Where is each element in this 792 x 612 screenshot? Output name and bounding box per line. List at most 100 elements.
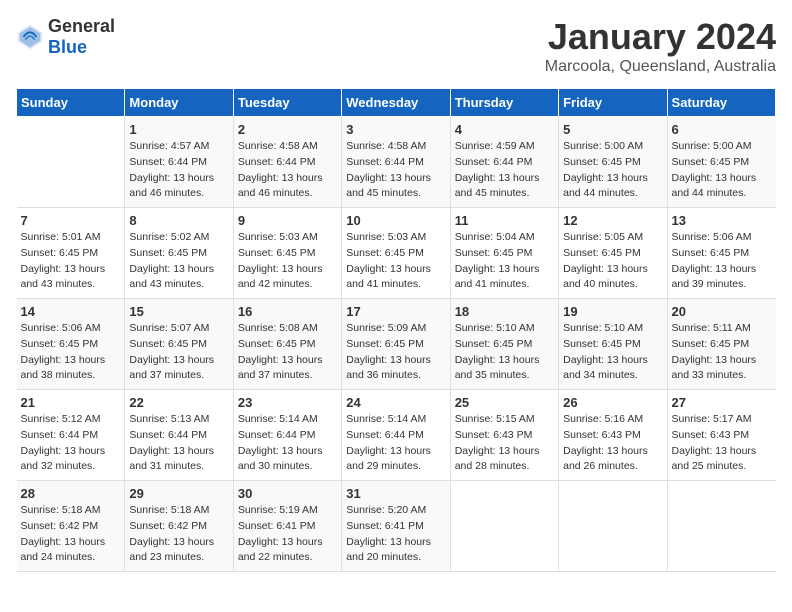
cell-info: Sunrise: 5:18 AMSunset: 6:42 PMDaylight:… [21, 504, 106, 563]
day-number: 18 [455, 304, 554, 319]
day-number: 20 [672, 304, 772, 319]
day-number: 3 [346, 122, 445, 137]
calendar-cell: 29 Sunrise: 5:18 AMSunset: 6:42 PMDaylig… [125, 481, 233, 572]
calendar-cell: 31 Sunrise: 5:20 AMSunset: 6:41 PMDaylig… [342, 481, 450, 572]
cell-info: Sunrise: 5:07 AMSunset: 6:45 PMDaylight:… [129, 322, 214, 381]
day-number: 2 [238, 122, 337, 137]
day-number: 30 [238, 486, 337, 501]
day-number: 24 [346, 395, 445, 410]
calendar-cell: 2 Sunrise: 4:58 AMSunset: 6:44 PMDayligh… [233, 117, 341, 208]
day-number: 28 [21, 486, 121, 501]
title-section: January 2024 Marcoola, Queensland, Austr… [545, 16, 776, 76]
cell-info: Sunrise: 5:06 AMSunset: 6:45 PMDaylight:… [672, 231, 757, 290]
calendar-cell [450, 481, 558, 572]
cell-info: Sunrise: 5:03 AMSunset: 6:45 PMDaylight:… [346, 231, 431, 290]
cell-info: Sunrise: 5:05 AMSunset: 6:45 PMDaylight:… [563, 231, 648, 290]
calendar-body: 1 Sunrise: 4:57 AMSunset: 6:44 PMDayligh… [17, 117, 776, 572]
calendar-cell [667, 481, 775, 572]
day-number: 27 [672, 395, 772, 410]
day-number: 14 [21, 304, 121, 319]
cell-info: Sunrise: 4:58 AMSunset: 6:44 PMDaylight:… [238, 140, 323, 199]
calendar-cell: 14 Sunrise: 5:06 AMSunset: 6:45 PMDaylig… [17, 299, 125, 390]
calendar-cell: 6 Sunrise: 5:00 AMSunset: 6:45 PMDayligh… [667, 117, 775, 208]
day-number: 16 [238, 304, 337, 319]
cell-info: Sunrise: 5:10 AMSunset: 6:45 PMDaylight:… [563, 322, 648, 381]
cell-info: Sunrise: 5:09 AMSunset: 6:45 PMDaylight:… [346, 322, 431, 381]
calendar-cell: 13 Sunrise: 5:06 AMSunset: 6:45 PMDaylig… [667, 208, 775, 299]
cell-info: Sunrise: 5:00 AMSunset: 6:45 PMDaylight:… [672, 140, 757, 199]
cell-info: Sunrise: 5:08 AMSunset: 6:45 PMDaylight:… [238, 322, 323, 381]
cell-info: Sunrise: 5:01 AMSunset: 6:45 PMDaylight:… [21, 231, 106, 290]
cell-info: Sunrise: 5:04 AMSunset: 6:45 PMDaylight:… [455, 231, 540, 290]
calendar-cell: 9 Sunrise: 5:03 AMSunset: 6:45 PMDayligh… [233, 208, 341, 299]
cell-info: Sunrise: 5:00 AMSunset: 6:45 PMDaylight:… [563, 140, 648, 199]
header-tuesday: Tuesday [233, 89, 341, 117]
day-number: 9 [238, 213, 337, 228]
calendar-header: SundayMondayTuesdayWednesdayThursdayFrid… [17, 89, 776, 117]
day-number: 31 [346, 486, 445, 501]
day-number: 5 [563, 122, 662, 137]
calendar-cell: 7 Sunrise: 5:01 AMSunset: 6:45 PMDayligh… [17, 208, 125, 299]
week-row-4: 21 Sunrise: 5:12 AMSunset: 6:44 PMDaylig… [17, 390, 776, 481]
cell-info: Sunrise: 5:13 AMSunset: 6:44 PMDaylight:… [129, 413, 214, 472]
day-number: 19 [563, 304, 662, 319]
cell-info: Sunrise: 5:10 AMSunset: 6:45 PMDaylight:… [455, 322, 540, 381]
day-number: 26 [563, 395, 662, 410]
calendar-cell: 23 Sunrise: 5:14 AMSunset: 6:44 PMDaylig… [233, 390, 341, 481]
cell-info: Sunrise: 5:14 AMSunset: 6:44 PMDaylight:… [238, 413, 323, 472]
cell-info: Sunrise: 5:15 AMSunset: 6:43 PMDaylight:… [455, 413, 540, 472]
cell-info: Sunrise: 5:14 AMSunset: 6:44 PMDaylight:… [346, 413, 431, 472]
calendar-cell: 19 Sunrise: 5:10 AMSunset: 6:45 PMDaylig… [559, 299, 667, 390]
header-monday: Monday [125, 89, 233, 117]
calendar-cell: 11 Sunrise: 5:04 AMSunset: 6:45 PMDaylig… [450, 208, 558, 299]
week-row-3: 14 Sunrise: 5:06 AMSunset: 6:45 PMDaylig… [17, 299, 776, 390]
logo-blue: Blue [48, 37, 87, 57]
cell-info: Sunrise: 4:57 AMSunset: 6:44 PMDaylight:… [129, 140, 214, 199]
header-saturday: Saturday [667, 89, 775, 117]
calendar-cell [559, 481, 667, 572]
header-sunday: Sunday [17, 89, 125, 117]
cell-info: Sunrise: 5:18 AMSunset: 6:42 PMDaylight:… [129, 504, 214, 563]
header-thursday: Thursday [450, 89, 558, 117]
calendar-cell: 18 Sunrise: 5:10 AMSunset: 6:45 PMDaylig… [450, 299, 558, 390]
calendar-cell: 26 Sunrise: 5:16 AMSunset: 6:43 PMDaylig… [559, 390, 667, 481]
cell-info: Sunrise: 5:06 AMSunset: 6:45 PMDaylight:… [21, 322, 106, 381]
main-title: January 2024 [545, 16, 776, 58]
cell-info: Sunrise: 5:12 AMSunset: 6:44 PMDaylight:… [21, 413, 106, 472]
logo-icon [16, 23, 44, 51]
cell-info: Sunrise: 5:16 AMSunset: 6:43 PMDaylight:… [563, 413, 648, 472]
cell-info: Sunrise: 5:03 AMSunset: 6:45 PMDaylight:… [238, 231, 323, 290]
header-wednesday: Wednesday [342, 89, 450, 117]
day-number: 12 [563, 213, 662, 228]
header-row: SundayMondayTuesdayWednesdayThursdayFrid… [17, 89, 776, 117]
cell-info: Sunrise: 4:58 AMSunset: 6:44 PMDaylight:… [346, 140, 431, 199]
day-number: 1 [129, 122, 228, 137]
day-number: 17 [346, 304, 445, 319]
calendar-cell: 8 Sunrise: 5:02 AMSunset: 6:45 PMDayligh… [125, 208, 233, 299]
calendar-cell: 16 Sunrise: 5:08 AMSunset: 6:45 PMDaylig… [233, 299, 341, 390]
calendar-cell: 5 Sunrise: 5:00 AMSunset: 6:45 PMDayligh… [559, 117, 667, 208]
calendar-cell: 28 Sunrise: 5:18 AMSunset: 6:42 PMDaylig… [17, 481, 125, 572]
calendar-cell: 21 Sunrise: 5:12 AMSunset: 6:44 PMDaylig… [17, 390, 125, 481]
day-number: 25 [455, 395, 554, 410]
calendar-cell: 20 Sunrise: 5:11 AMSunset: 6:45 PMDaylig… [667, 299, 775, 390]
calendar-cell: 22 Sunrise: 5:13 AMSunset: 6:44 PMDaylig… [125, 390, 233, 481]
cell-info: Sunrise: 5:02 AMSunset: 6:45 PMDaylight:… [129, 231, 214, 290]
day-number: 6 [672, 122, 772, 137]
calendar-cell: 17 Sunrise: 5:09 AMSunset: 6:45 PMDaylig… [342, 299, 450, 390]
calendar-cell: 27 Sunrise: 5:17 AMSunset: 6:43 PMDaylig… [667, 390, 775, 481]
week-row-2: 7 Sunrise: 5:01 AMSunset: 6:45 PMDayligh… [17, 208, 776, 299]
day-number: 29 [129, 486, 228, 501]
calendar-cell: 25 Sunrise: 5:15 AMSunset: 6:43 PMDaylig… [450, 390, 558, 481]
calendar-cell [17, 117, 125, 208]
day-number: 22 [129, 395, 228, 410]
logo-text: General Blue [48, 16, 115, 58]
cell-info: Sunrise: 4:59 AMSunset: 6:44 PMDaylight:… [455, 140, 540, 199]
day-number: 13 [672, 213, 772, 228]
week-row-1: 1 Sunrise: 4:57 AMSunset: 6:44 PMDayligh… [17, 117, 776, 208]
calendar-cell: 1 Sunrise: 4:57 AMSunset: 6:44 PMDayligh… [125, 117, 233, 208]
day-number: 10 [346, 213, 445, 228]
calendar-cell: 3 Sunrise: 4:58 AMSunset: 6:44 PMDayligh… [342, 117, 450, 208]
calendar-cell: 10 Sunrise: 5:03 AMSunset: 6:45 PMDaylig… [342, 208, 450, 299]
cell-info: Sunrise: 5:17 AMSunset: 6:43 PMDaylight:… [672, 413, 757, 472]
